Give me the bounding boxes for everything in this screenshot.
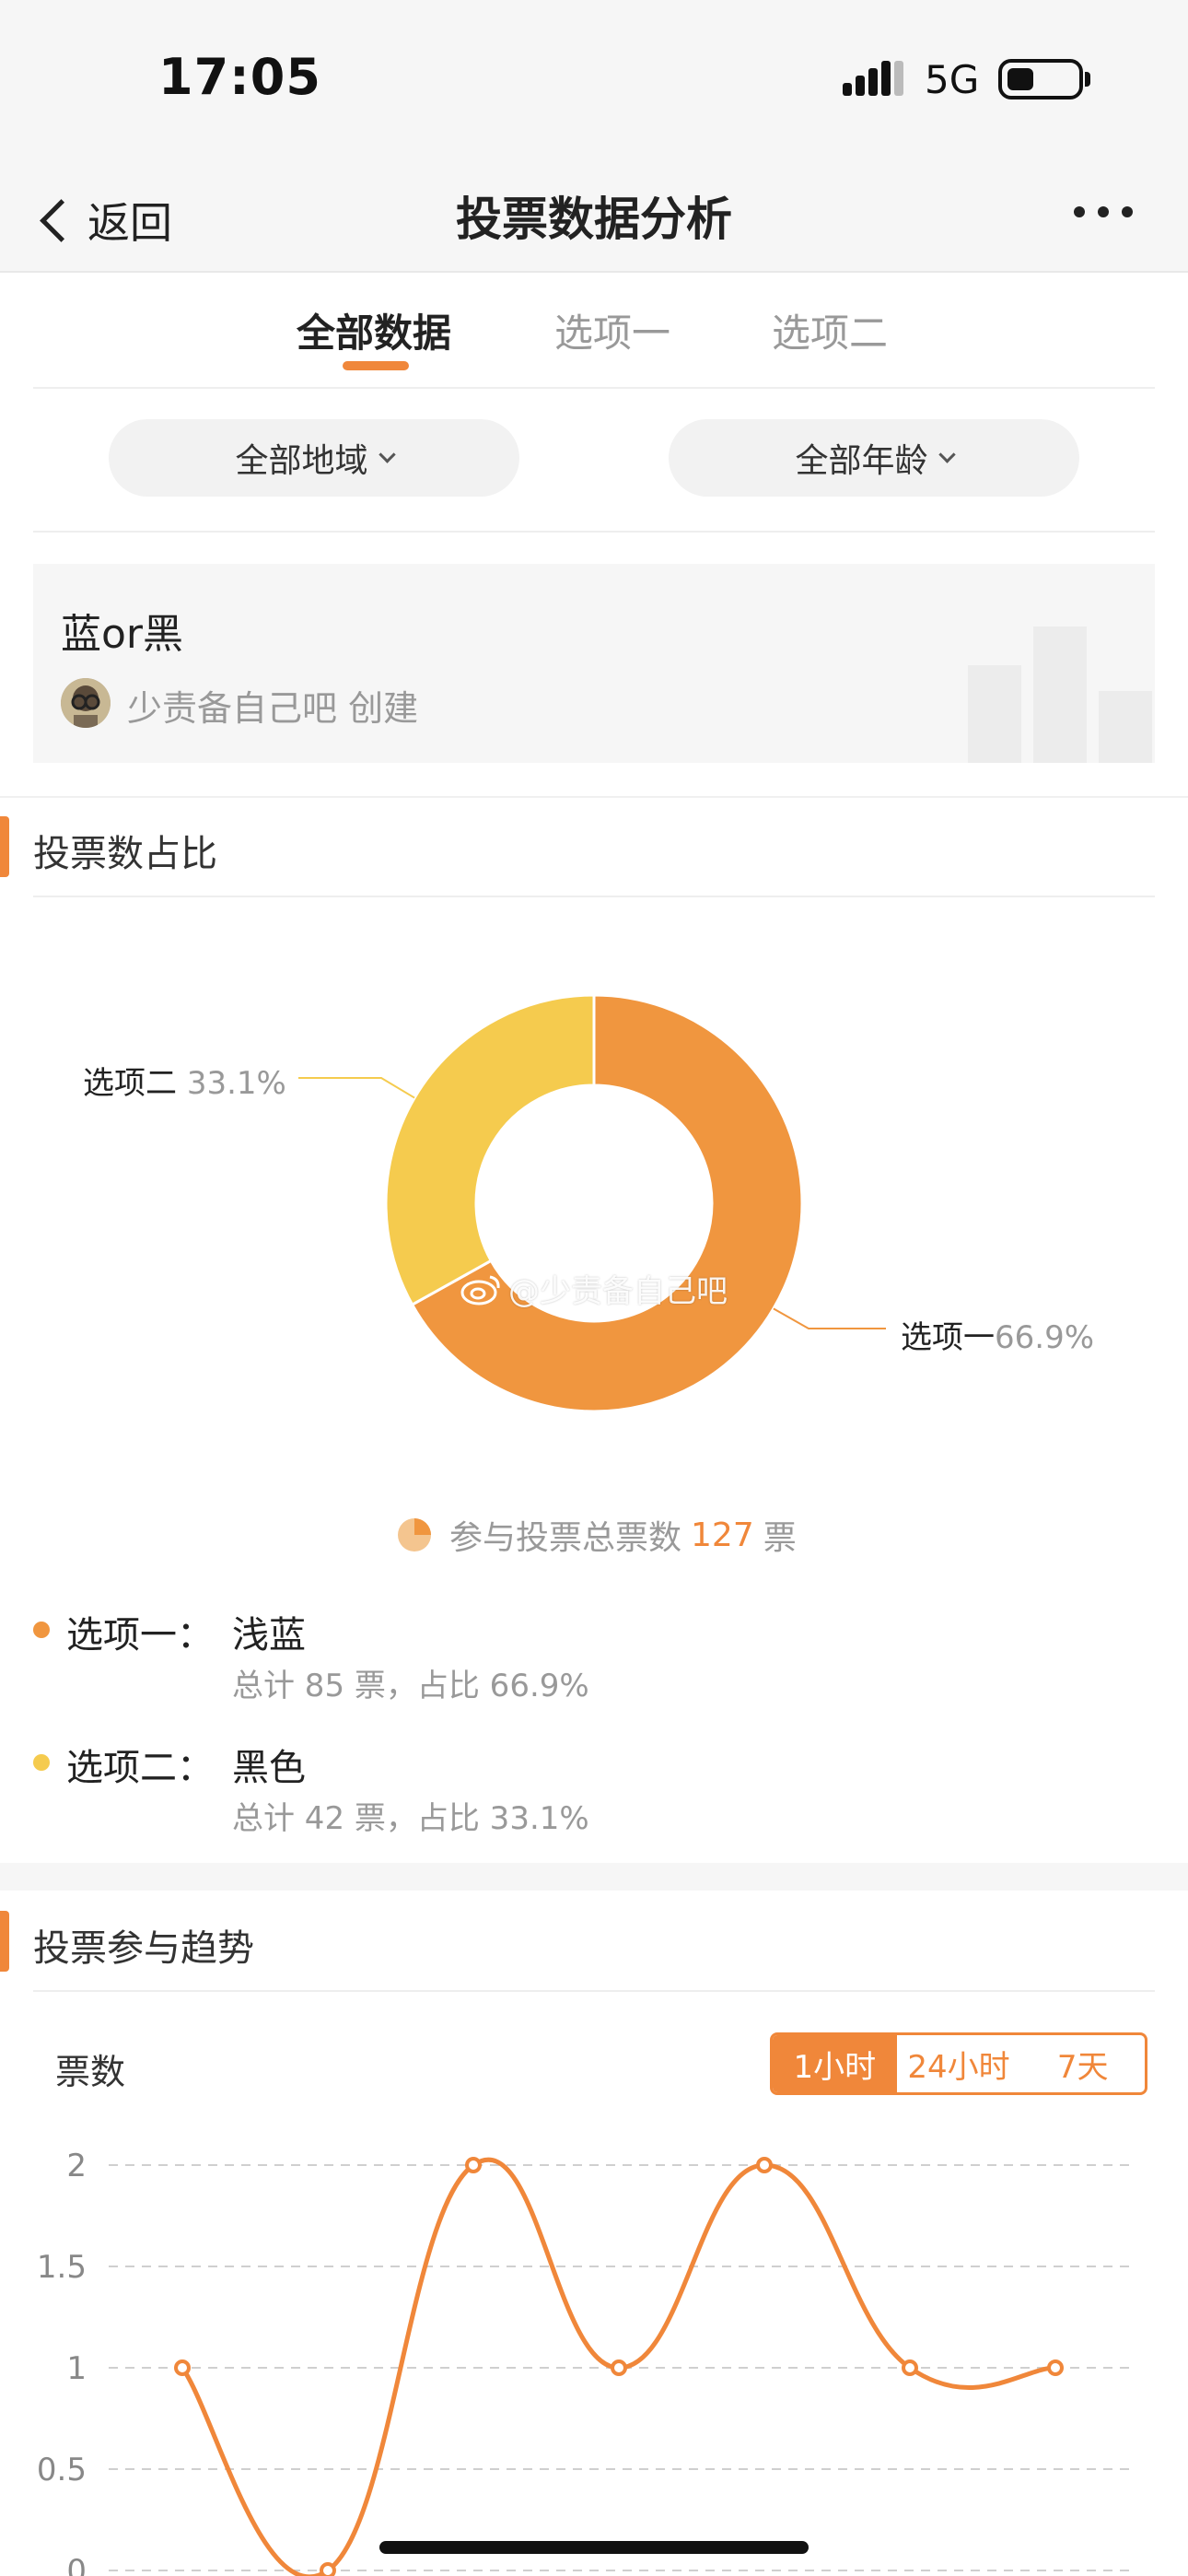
y-tick-label: 2 — [66, 2148, 87, 2184]
pie-label-option-1-pct: 66.9% — [995, 1319, 1095, 1356]
total-votes-value: 127 — [691, 1516, 754, 1554]
vote-card[interactable]: 蓝or黑 少责备自己吧 创建 — [33, 564, 1155, 763]
y-tick-label: 1 — [66, 2350, 87, 2387]
option-2-value: 黑色 — [232, 1747, 306, 1789]
option-1-label: 选项一： — [66, 1614, 214, 1657]
decor-bar — [1099, 691, 1152, 763]
home-indicator — [379, 2541, 809, 2554]
decor-bar — [968, 665, 1021, 763]
pie-label-option-2: 选项二 33.1% — [83, 1065, 286, 1102]
section-divider — [0, 796, 1188, 798]
y-tick-label: 0.5 — [37, 2452, 87, 2488]
battery-tip — [1085, 72, 1090, 87]
trend-point — [465, 2157, 482, 2173]
signal-icon — [843, 61, 903, 96]
section-accent — [0, 816, 9, 877]
nav-bar: 返回 投票数据分析 — [0, 157, 1188, 273]
pie-icon — [398, 1518, 431, 1551]
decor-bar — [1033, 626, 1087, 763]
trend-point — [756, 2157, 773, 2173]
avatar — [61, 678, 111, 728]
active-tab-indicator — [343, 361, 409, 370]
leader-line-option-2 — [298, 1077, 415, 1099]
share-section-title: 投票数占比 — [33, 833, 217, 875]
status-time: 17:05 — [158, 48, 321, 106]
trend-point — [320, 2562, 336, 2576]
y-axis-label: 票数 — [55, 2052, 126, 2092]
trend-section-title: 投票参与趋势 — [33, 1927, 254, 1970]
battery-icon — [998, 59, 1083, 100]
vote-title: 蓝or黑 — [61, 611, 184, 658]
divider — [33, 896, 1155, 897]
tab-option-1[interactable]: 选项一 — [554, 302, 670, 358]
divider — [33, 387, 1155, 389]
trend-point — [611, 2359, 627, 2376]
section-gap — [0, 1863, 1188, 1891]
divider — [33, 1990, 1155, 1992]
trend-point — [902, 2359, 918, 2376]
page-title: 投票数据分析 — [456, 193, 732, 246]
time-range-selector[interactable]: 1小时 24小时 7天 — [770, 2032, 1147, 2095]
range-1h-button[interactable]: 1小时 — [773, 2035, 897, 2092]
y-tick-label: 1.5 — [37, 2249, 87, 2286]
chevron-down-icon — [378, 445, 396, 463]
more-icon[interactable] — [1074, 206, 1133, 217]
age-filter-label: 全部年龄 — [795, 442, 928, 480]
region-filter[interactable]: 全部地域 — [109, 419, 519, 497]
range-24h-button[interactable]: 24小时 — [897, 2035, 1021, 2092]
donut-chart — [298, 993, 886, 1413]
status-bar: 17:05 5G — [0, 0, 1188, 157]
option-2-dot — [33, 1754, 50, 1771]
option-1-detail: 总计 85 票，占比 66.9% — [232, 1668, 589, 1704]
divider — [33, 531, 1155, 533]
trend-point — [1047, 2359, 1064, 2376]
trend-point — [174, 2359, 191, 2376]
trend-line-chart: 2 1.5 1 0.5 0 — [37, 2148, 1129, 2576]
total-votes: 参与投票总票数 127 票 — [396, 1511, 797, 1559]
tab-all-data[interactable]: 全部数据 — [297, 302, 451, 358]
watermark: @少责备自己吧 — [460, 1266, 728, 1311]
age-filter[interactable]: 全部年龄 — [669, 419, 1079, 497]
weibo-icon — [460, 1275, 500, 1305]
creator-label: 少责备自己吧 创建 — [127, 688, 419, 729]
leader-line-option-1 — [773, 1307, 886, 1329]
chevron-down-icon — [938, 445, 956, 463]
section-accent — [0, 1911, 9, 1972]
tab-option-2[interactable]: 选项二 — [772, 302, 888, 358]
option-1-dot — [33, 1622, 50, 1638]
pie-label-option-1: 选项一66.9% — [901, 1319, 1095, 1356]
y-tick-label: 0 — [66, 2553, 87, 2576]
pie-label-option-2-pct: 33.1% — [186, 1065, 286, 1102]
option-2-detail: 总计 42 票，占比 33.1% — [232, 1800, 589, 1837]
option-1-value: 浅蓝 — [232, 1614, 306, 1657]
region-filter-label: 全部地域 — [235, 442, 368, 480]
option-2-label: 选项二： — [66, 1747, 214, 1789]
network-label: 5G — [925, 57, 980, 102]
range-7d-button[interactable]: 7天 — [1020, 2035, 1145, 2092]
donut-slice-2 — [384, 993, 596, 1307]
